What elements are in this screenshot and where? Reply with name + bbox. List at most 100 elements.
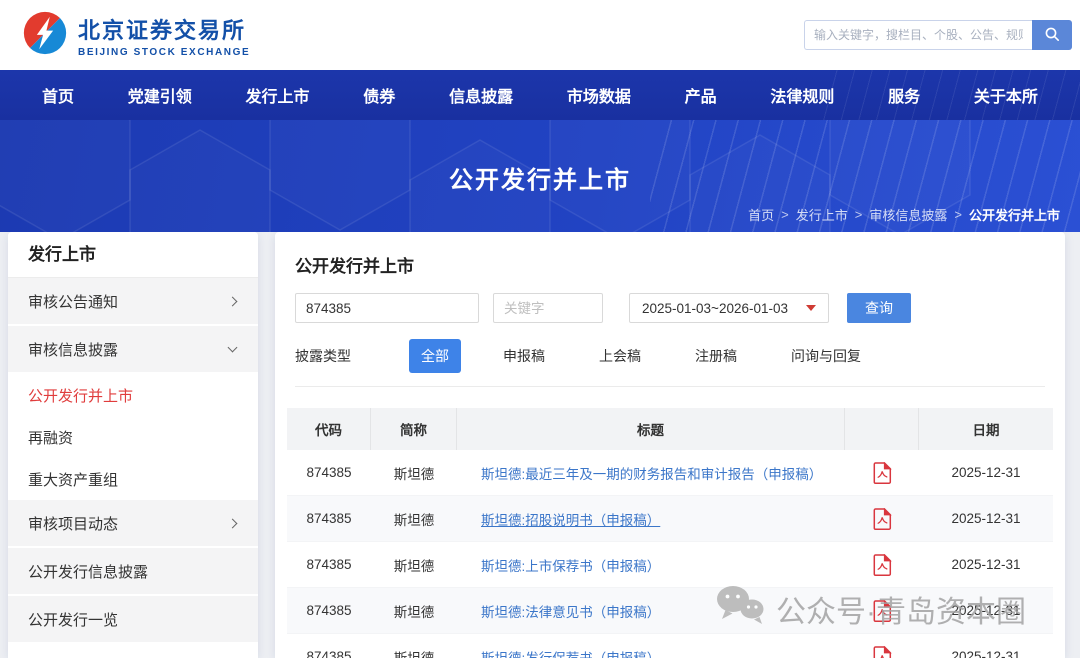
cell-title: 斯坦德:发行保荐书（申报稿）	[457, 647, 845, 658]
cell-title: 斯坦德:上市保荐书（申报稿）	[457, 555, 845, 575]
date-range-value: 2025-01-03~2026-01-03	[642, 301, 788, 316]
tab-问询与回复[interactable]: 问询与回复	[779, 339, 873, 373]
cell-code: 874385	[287, 649, 371, 658]
cell-title: 斯坦德:招股说明书（申报稿）	[457, 509, 845, 529]
sidebar-item-公开发行一览[interactable]: 公开发行一览	[8, 596, 258, 644]
nav-item-党建引领[interactable]: 党建引领	[128, 83, 192, 107]
pdf-icon[interactable]	[873, 600, 892, 622]
document-link[interactable]: 斯坦德:上市保荐书（申报稿）	[481, 559, 660, 574]
nav-item-服务[interactable]: 服务	[888, 83, 920, 107]
site-search	[804, 20, 1072, 50]
filter-bar: 2025-01-03~2026-01-03 查询	[295, 293, 1045, 323]
column-header-date: 日期	[919, 408, 1053, 450]
nav-item-首页[interactable]: 首页	[42, 83, 74, 107]
column-header-pdf	[845, 408, 919, 450]
exchange-logo-text: 北京证券交易所 BEIJING STOCK EXCHANGE	[78, 13, 250, 58]
sidebar-item-公开发行并上市[interactable]: 公开发行并上市	[8, 374, 258, 416]
disclosure-type-tabs: 披露类型 全部申报稿上会稿注册稿问询与回复	[295, 339, 1045, 387]
cell-date: 2025-12-31	[919, 511, 1053, 526]
cell-code: 874385	[287, 557, 371, 572]
document-link[interactable]: 斯坦德:最近三年及一期的财务报告和审计报告（申报稿）	[481, 467, 822, 482]
panel-title: 公开发行并上市	[295, 252, 1045, 277]
table-body: 874385斯坦德斯坦德:最近三年及一期的财务报告和审计报告（申报稿）2025-…	[287, 450, 1053, 658]
sidebar-item-label: 审核公告通知	[28, 291, 118, 312]
cell-pdf	[845, 600, 919, 622]
tab-申报稿[interactable]: 申报稿	[491, 339, 557, 373]
cell-code: 874385	[287, 465, 371, 480]
tab-全部[interactable]: 全部	[409, 339, 461, 373]
tab-注册稿[interactable]: 注册稿	[683, 339, 749, 373]
cell-pdf	[845, 554, 919, 576]
cell-date: 2025-12-31	[919, 649, 1053, 658]
pdf-icon[interactable]	[873, 554, 892, 576]
pdf-icon[interactable]	[873, 508, 892, 530]
sidebar-item-label: 重大资产重组	[28, 469, 118, 490]
cell-pdf	[845, 462, 919, 484]
breadcrumb-item[interactable]: 发行上市	[796, 205, 848, 224]
sidebar-item-label: 再融资	[28, 427, 73, 448]
sidebar-item-审核公告通知[interactable]: 审核公告通知	[8, 278, 258, 326]
stock-code-input[interactable]	[295, 293, 479, 323]
breadcrumb-separator: >	[954, 207, 962, 222]
content-area: 发行上市 审核公告通知审核信息披露公开发行并上市再融资重大资产重组审核项目动态公…	[0, 232, 1080, 658]
breadcrumb-item[interactable]: 首页	[748, 205, 774, 224]
nav-item-关于本所[interactable]: 关于本所	[974, 83, 1038, 107]
chevron-down-icon	[228, 343, 238, 353]
keyword-input[interactable]	[493, 293, 603, 323]
top-header: 北京证券交易所 BEIJING STOCK EXCHANGE	[0, 0, 1080, 70]
nav-item-法律规则[interactable]: 法律规则	[770, 83, 834, 107]
sidebar-item-label: 审核信息披露	[28, 339, 118, 360]
document-link[interactable]: 斯坦德:法律意见书（申报稿）	[481, 605, 660, 620]
date-range-select[interactable]: 2025-01-03~2026-01-03	[629, 293, 829, 323]
pdf-icon[interactable]	[873, 646, 892, 658]
page-banner: 公开发行并上市 首页>发行上市>审核信息披露>公开发行并上市	[0, 120, 1080, 232]
chevron-right-icon	[228, 518, 238, 528]
sidebar-item-label: 公开发行一览	[28, 609, 118, 630]
cell-date: 2025-12-31	[919, 603, 1053, 618]
table-row: 874385斯坦德斯坦德:招股说明书（申报稿）2025-12-31	[287, 496, 1053, 542]
site-search-button[interactable]	[1032, 20, 1072, 50]
pdf-icon[interactable]	[873, 462, 892, 484]
breadcrumb-item[interactable]: 审核信息披露	[869, 205, 947, 224]
query-button[interactable]: 查询	[847, 293, 911, 323]
cell-title: 斯坦德:最近三年及一期的财务报告和审计报告（申报稿）	[457, 463, 845, 483]
sidebar-item-审核项目动态[interactable]: 审核项目动态	[8, 500, 258, 548]
dropdown-caret-icon	[806, 305, 816, 311]
site-search-input[interactable]	[804, 20, 1032, 50]
sidebar-item-再融资[interactable]: 再融资	[8, 416, 258, 458]
cell-pdf	[845, 508, 919, 530]
cell-name: 斯坦德	[371, 463, 457, 483]
exchange-logo-icon	[22, 10, 68, 61]
table-row: 874385斯坦德斯坦德:上市保荐书（申报稿）2025-12-31	[287, 542, 1053, 588]
document-link[interactable]: 斯坦德:发行保荐书（申报稿）	[481, 651, 660, 658]
nav-item-信息披露[interactable]: 信息披露	[449, 83, 513, 107]
main-panel: 公开发行并上市 2025-01-03~2026-01-03 查询 披露类型 全部…	[275, 232, 1065, 658]
table-row: 874385斯坦德斯坦德:法律意见书（申报稿）2025-12-31	[287, 588, 1053, 634]
main-navigation: 首页 党建引领 发行上市 债券 信息披露 市场数据 产品 法律规则 服务 关于本所	[0, 70, 1080, 120]
column-header-code: 代码	[287, 408, 371, 450]
document-link[interactable]: 斯坦德:招股说明书（申报稿）	[481, 513, 660, 528]
nav-item-产品[interactable]: 产品	[685, 83, 717, 107]
chevron-right-icon	[228, 296, 238, 306]
cell-name: 斯坦德	[371, 555, 457, 575]
nav-item-市场数据[interactable]: 市场数据	[567, 83, 631, 107]
nav-item-债券[interactable]: 债券	[363, 83, 395, 107]
sidebar-item-label: 公开发行信息披露	[28, 561, 148, 582]
breadcrumb-separator: >	[855, 207, 863, 222]
breadcrumb: 首页>发行上市>审核信息披露>公开发行并上市	[748, 205, 1060, 224]
exchange-name-cn: 北京证券交易所	[78, 13, 250, 45]
cell-name: 斯坦德	[371, 647, 457, 658]
exchange-name-en: BEIJING STOCK EXCHANGE	[78, 47, 250, 58]
exchange-logo[interactable]: 北京证券交易所 BEIJING STOCK EXCHANGE	[22, 10, 250, 61]
cell-title: 斯坦德:法律意见书（申报稿）	[457, 601, 845, 621]
cell-name: 斯坦德	[371, 601, 457, 621]
table-row: 874385斯坦德 斯坦德:发行保荐书（申报稿） 2025-12-31	[287, 634, 1053, 658]
nav-item-发行上市[interactable]: 发行上市	[246, 83, 310, 107]
sidebar-item-重大资产重组[interactable]: 重大资产重组	[8, 458, 258, 500]
sidebar-item-公开发行信息披露[interactable]: 公开发行信息披露	[8, 548, 258, 596]
breadcrumb-separator: >	[781, 207, 789, 222]
sidebar-item-label: 审核项目动态	[28, 513, 118, 534]
tab-上会稿[interactable]: 上会稿	[587, 339, 653, 373]
cell-pdf	[845, 646, 919, 658]
sidebar-item-审核信息披露[interactable]: 审核信息披露	[8, 326, 258, 374]
